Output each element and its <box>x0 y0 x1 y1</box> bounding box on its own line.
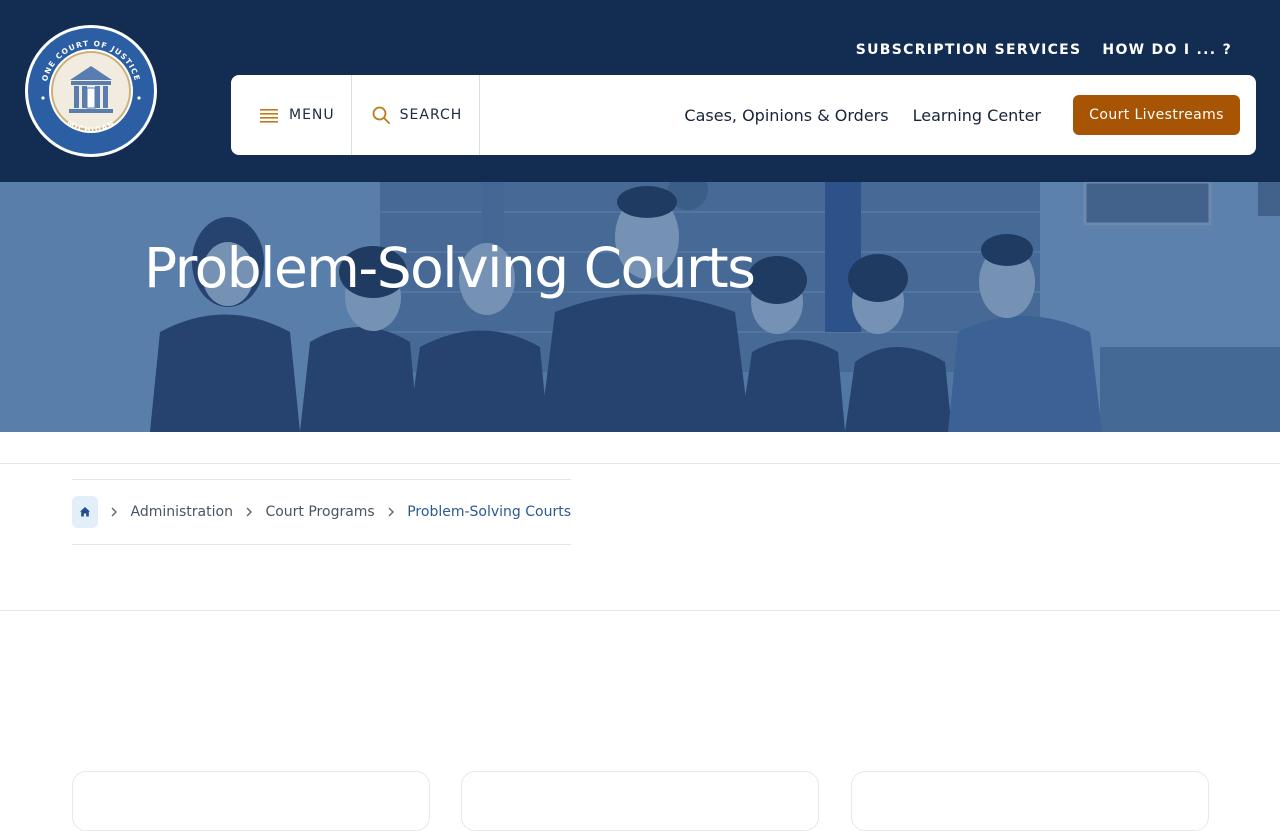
hero-banner: Problem-Solving Courts <box>0 182 1280 432</box>
section-divider-top <box>0 463 1280 464</box>
chevron-right-icon <box>233 506 266 518</box>
section-divider-bottom <box>0 610 1280 611</box>
breadcrumb-court-programs[interactable]: Court Programs <box>265 504 374 520</box>
utility-links: SUBSCRIPTION SERVICES HOW DO I ... ? <box>856 42 1232 58</box>
breadcrumb-current-page: Problem-Solving Courts <box>407 504 572 520</box>
search-button[interactable]: SEARCH <box>352 75 481 155</box>
breadcrumb-administration[interactable]: Administration <box>131 504 233 520</box>
breadcrumb-home-button[interactable] <box>72 496 98 528</box>
cases-opinions-orders-link[interactable]: Cases, Opinions & Orders <box>684 106 888 125</box>
search-label: SEARCH <box>399 107 463 123</box>
menu-button[interactable]: MENU <box>231 75 352 155</box>
chevron-right-icon <box>98 506 131 518</box>
menu-label: MENU <box>289 107 335 123</box>
hero-group-photo <box>0 182 1280 432</box>
court-seal-logo[interactable]: ONE COURT OF JUSTICE MICHIGAN <box>24 24 158 158</box>
breadcrumb: Administration Court Programs Problem-So… <box>72 479 571 545</box>
main-navbar: MENU SEARCH Cases, Opinions & Orders Lea… <box>231 75 1256 155</box>
court-livestreams-button[interactable]: Court Livestreams <box>1073 95 1240 135</box>
learning-center-link[interactable]: Learning Center <box>913 106 1041 125</box>
magnifier-icon <box>372 106 390 124</box>
chevron-right-icon <box>375 506 408 518</box>
how-do-i-link[interactable]: HOW DO I ... ? <box>1102 42 1232 58</box>
home-icon <box>80 507 90 517</box>
content-card-2[interactable] <box>461 771 819 831</box>
hamburger-icon <box>260 109 278 123</box>
site-header: ONE COURT OF JUSTICE MICHIGAN SUBSCRIPTI… <box>0 0 1280 182</box>
subscription-services-link[interactable]: SUBSCRIPTION SERVICES <box>856 42 1082 58</box>
content-card-1[interactable] <box>72 771 430 831</box>
primary-links: Cases, Opinions & Orders Learning Center… <box>684 95 1256 135</box>
content-card-3[interactable] <box>851 771 1209 831</box>
page-title: Problem-Solving Courts <box>144 236 756 300</box>
